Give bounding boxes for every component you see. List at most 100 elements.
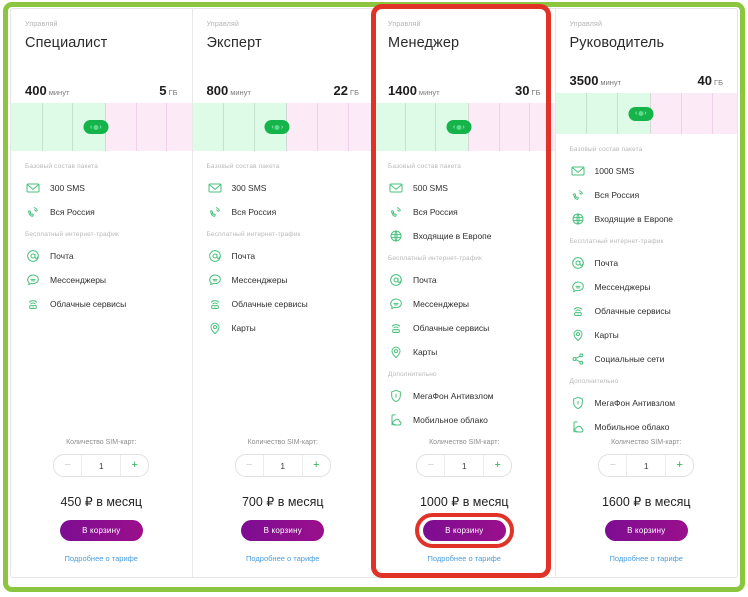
sim-quantity-stepper[interactable]: −1 + <box>416 454 513 477</box>
slider-handle[interactable]: ‹ › <box>264 120 290 134</box>
knob-dot <box>274 124 280 130</box>
slider-handle[interactable]: ‹ › <box>446 120 472 134</box>
feature-item: Мобильное облако <box>570 415 724 439</box>
cart-button-wrapper: В корзину <box>414 513 514 548</box>
tariff-title: Менеджер <box>388 35 460 51</box>
sim-quantity-stepper[interactable]: −1 + <box>598 454 695 477</box>
feature-item: Мессенджеры <box>207 268 360 292</box>
slider-tick <box>41 103 43 151</box>
feature-label: 300 SMS <box>231 183 267 193</box>
feature-label: Мессенджеры <box>594 282 651 292</box>
feature-label: Почта <box>231 251 256 261</box>
add-to-cart-button[interactable]: В корзину <box>241 520 325 541</box>
decrement-button[interactable]: − <box>417 455 446 476</box>
feature-label: 500 SMS <box>413 183 448 193</box>
slider-tick <box>435 103 437 151</box>
sim-quantity-value[interactable]: 1 <box>627 455 665 476</box>
tariff-comparison-screen: Управляй Специалист 400 минут 5 ГБ ‹ › Базовый с… <box>0 0 748 597</box>
tariff-family-label: Управляй <box>388 21 421 28</box>
quota-row: 1400 минут 30 ГБ <box>374 83 555 103</box>
slider-tick <box>529 103 531 151</box>
data-value: 30 <box>515 83 530 98</box>
add-to-cart-button[interactable]: В корзину <box>422 520 506 541</box>
tariff-title: Специалист <box>25 35 108 51</box>
price-row: 1600 ₽ в месяц <box>570 494 724 509</box>
feature-group-title: Бесплатный интернет-трафик <box>569 238 664 245</box>
slider-tick <box>347 103 349 151</box>
feature-label: 1000 SMS <box>594 166 635 176</box>
feature-label: Входящие в Европе <box>413 231 492 241</box>
feature-group-title: Базовый состав пакета <box>206 163 280 170</box>
map-pin-icon <box>207 320 223 336</box>
knob-arrow-right: › <box>644 110 647 118</box>
feature-item: МегаФон Антивзлом <box>388 384 541 408</box>
price-row: 700 ₽ в месяц <box>207 494 360 509</box>
feature-item: Вся Россия <box>25 200 178 224</box>
add-to-cart-button[interactable]: В корзину <box>604 520 688 541</box>
card-footer: Количество SIM-карт: −1 +700 ₽ в месяц В ко… <box>193 439 374 577</box>
feature-group-title: Базовый состав пакета <box>569 146 643 153</box>
feature-group-title: Бесплатный интернет-трафик <box>206 231 301 238</box>
feature-item: Почта <box>570 251 724 275</box>
feature-item: Облачные сервисы <box>207 292 360 316</box>
slider-tick <box>711 93 713 134</box>
at-mail-icon <box>570 255 586 271</box>
feature-item: Вся Россия <box>207 200 360 224</box>
quota-slider[interactable]: ‹ › <box>374 103 555 151</box>
tariff-title: Руководитель <box>569 35 665 51</box>
feature-label: МегаФон Антивзлом <box>413 391 494 401</box>
price-suffix: ₽ в месяц <box>266 495 324 509</box>
feature-label: Вся Россия <box>413 207 458 217</box>
increment-button[interactable]: + <box>120 455 148 476</box>
feature-item: Облачные сервисы <box>25 292 178 316</box>
sim-quantity-value[interactable]: 1 <box>264 455 302 476</box>
feature-item: 1000 SMS <box>570 159 724 183</box>
quota-slider[interactable]: ‹ › <box>555 93 737 134</box>
data-value-group: 5 ГБ <box>159 83 177 98</box>
sim-quantity-value[interactable]: 1 <box>445 455 483 476</box>
data-unit: ГБ <box>350 88 359 97</box>
decrement-button[interactable]: − <box>599 455 628 476</box>
minutes-value: 800 <box>206 83 229 98</box>
feature-label: МегаФон Антивзлом <box>594 398 676 408</box>
tariff-details-link[interactable]: Подробнее о тарифе <box>570 554 724 563</box>
minutes-value: 3500 <box>569 73 599 89</box>
quota-slider[interactable]: ‹ › <box>11 103 192 151</box>
add-to-cart-button[interactable]: В корзину <box>59 520 143 541</box>
quota-slider[interactable]: ‹ › <box>192 103 373 151</box>
increment-button[interactable]: + <box>301 455 330 476</box>
feature-label: Облачные сервисы <box>413 323 490 333</box>
tariff-details-link[interactable]: Подробнее о тарифе <box>388 554 541 563</box>
feature-group-title: Дополнительно <box>388 371 437 378</box>
decrement-button[interactable]: − <box>54 455 83 476</box>
increment-button[interactable]: + <box>665 455 693 476</box>
share-nodes-icon <box>570 351 586 367</box>
tariff-details-link[interactable]: Подробнее о тарифе <box>207 554 360 563</box>
slider-tick <box>223 103 225 151</box>
slider-tick <box>404 103 406 151</box>
decrement-button[interactable]: − <box>236 455 264 476</box>
map-pin-icon <box>388 344 404 360</box>
sim-count-label: Количество SIM-карт: <box>429 439 500 446</box>
slider-handle[interactable]: ‹ › <box>628 106 654 121</box>
tariff-details-link[interactable]: Подробнее о тарифе <box>25 554 178 563</box>
feature-label: Облачные сервисы <box>231 299 308 309</box>
increment-button[interactable]: + <box>483 455 511 476</box>
envelope-icon <box>570 163 586 179</box>
feature-item: 300 SMS <box>207 176 360 200</box>
slider-tick <box>253 103 255 151</box>
cart-button-wrapper: В корзину <box>59 520 143 541</box>
sim-quantity-stepper[interactable]: −1 + <box>53 454 150 477</box>
card-footer: Количество SIM-карт: −1 +1600 ₽ в месяц В к… <box>556 439 738 577</box>
sim-quantity-value[interactable]: 1 <box>82 455 120 476</box>
mobile-cloud-icon <box>570 419 586 435</box>
feature-item: Почта <box>25 244 178 268</box>
tariff-card: Управляй Руководитель 3500 минут 40 ГБ ‹ › Базов… <box>555 9 738 577</box>
knob-dot <box>638 111 644 117</box>
slider-handle[interactable]: ‹ › <box>83 120 109 134</box>
feature-item: Почта <box>388 268 541 292</box>
feature-label: Мессенджеры <box>50 275 107 285</box>
feature-label: Социальные сети <box>594 354 665 364</box>
sim-quantity-stepper[interactable]: −1 + <box>234 454 331 477</box>
feature-label: Входящие в Европе <box>594 214 674 224</box>
